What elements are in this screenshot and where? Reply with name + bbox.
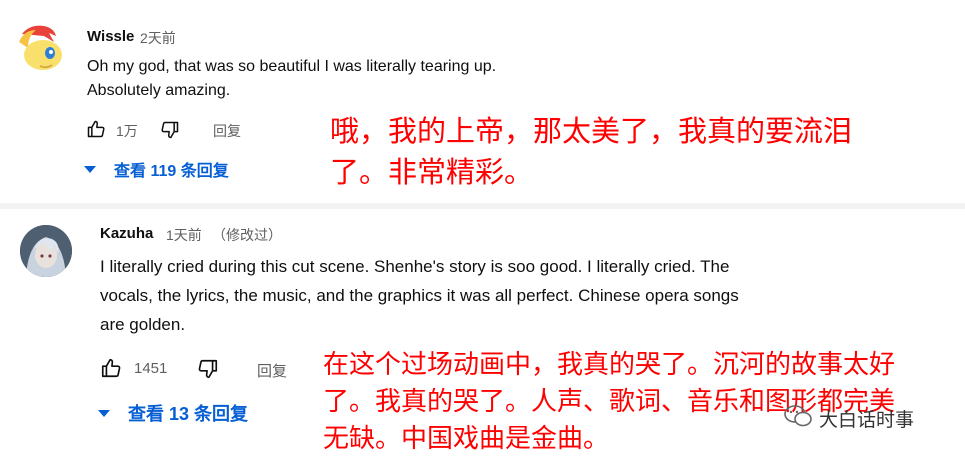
reply-button[interactable]: 回复 (213, 121, 241, 141)
comment-author[interactable]: Kazuha (100, 225, 153, 242)
translation-line: 了。非常精彩。 (330, 155, 534, 189)
view-replies-button[interactable]: 查看 13 条回复 (98, 400, 248, 426)
watermark: 大白话时事 (783, 404, 914, 433)
view-replies-label: 查看 13 条回复 (128, 404, 249, 424)
view-replies-label: 查看 119 条回复 (114, 163, 229, 180)
character-avatar-icon (20, 225, 72, 277)
comment-text-line: I literally cried during this cut scene.… (100, 257, 730, 276)
thumbs-down-icon[interactable] (160, 120, 180, 140)
chevron-down-icon (84, 165, 96, 173)
translation-line: 哦，我的上帝，那太美了，我真的要流泪 (330, 114, 853, 148)
translation-line: 无缺。中国戏曲是金曲。 (323, 424, 610, 454)
like-count: 1451 (134, 360, 168, 377)
thumbs-up-icon[interactable] (100, 357, 122, 379)
thumbs-up-icon[interactable] (86, 119, 106, 139)
like-count: 1万 (116, 123, 138, 139)
reply-button[interactable]: 回复 (257, 360, 287, 381)
comment-text-line: Absolutely amazing. (87, 82, 231, 99)
view-replies-button[interactable]: 查看 119 条回复 (84, 157, 229, 181)
chevron-down-icon (98, 409, 110, 417)
comment-time[interactable]: 1天前 (166, 225, 202, 245)
translation-line: 在这个过场动画中，我真的哭了。沉河的故事太好 (323, 350, 896, 380)
watermark-text: 大白话时事 (819, 409, 915, 431)
comment-author[interactable]: Wissle (87, 28, 134, 45)
thumbs-down-icon[interactable] (197, 358, 219, 380)
comment-text-line: vocals, the lyrics, the music, and the g… (100, 286, 739, 305)
edited-label: （修改过） (212, 227, 282, 243)
comment-text-line: Oh my god, that was so beautiful I was l… (87, 58, 497, 75)
comment-time[interactable]: 2天前 (140, 28, 176, 48)
avatar[interactable] (16, 22, 66, 72)
wechat-icon (783, 404, 813, 433)
pony-avatar-icon (16, 22, 66, 72)
comment-card: Wissle 2天前 Oh my god, that was so beauti… (0, 0, 965, 203)
avatar[interactable] (20, 225, 72, 277)
comment-text-line: are golden. (100, 315, 186, 334)
